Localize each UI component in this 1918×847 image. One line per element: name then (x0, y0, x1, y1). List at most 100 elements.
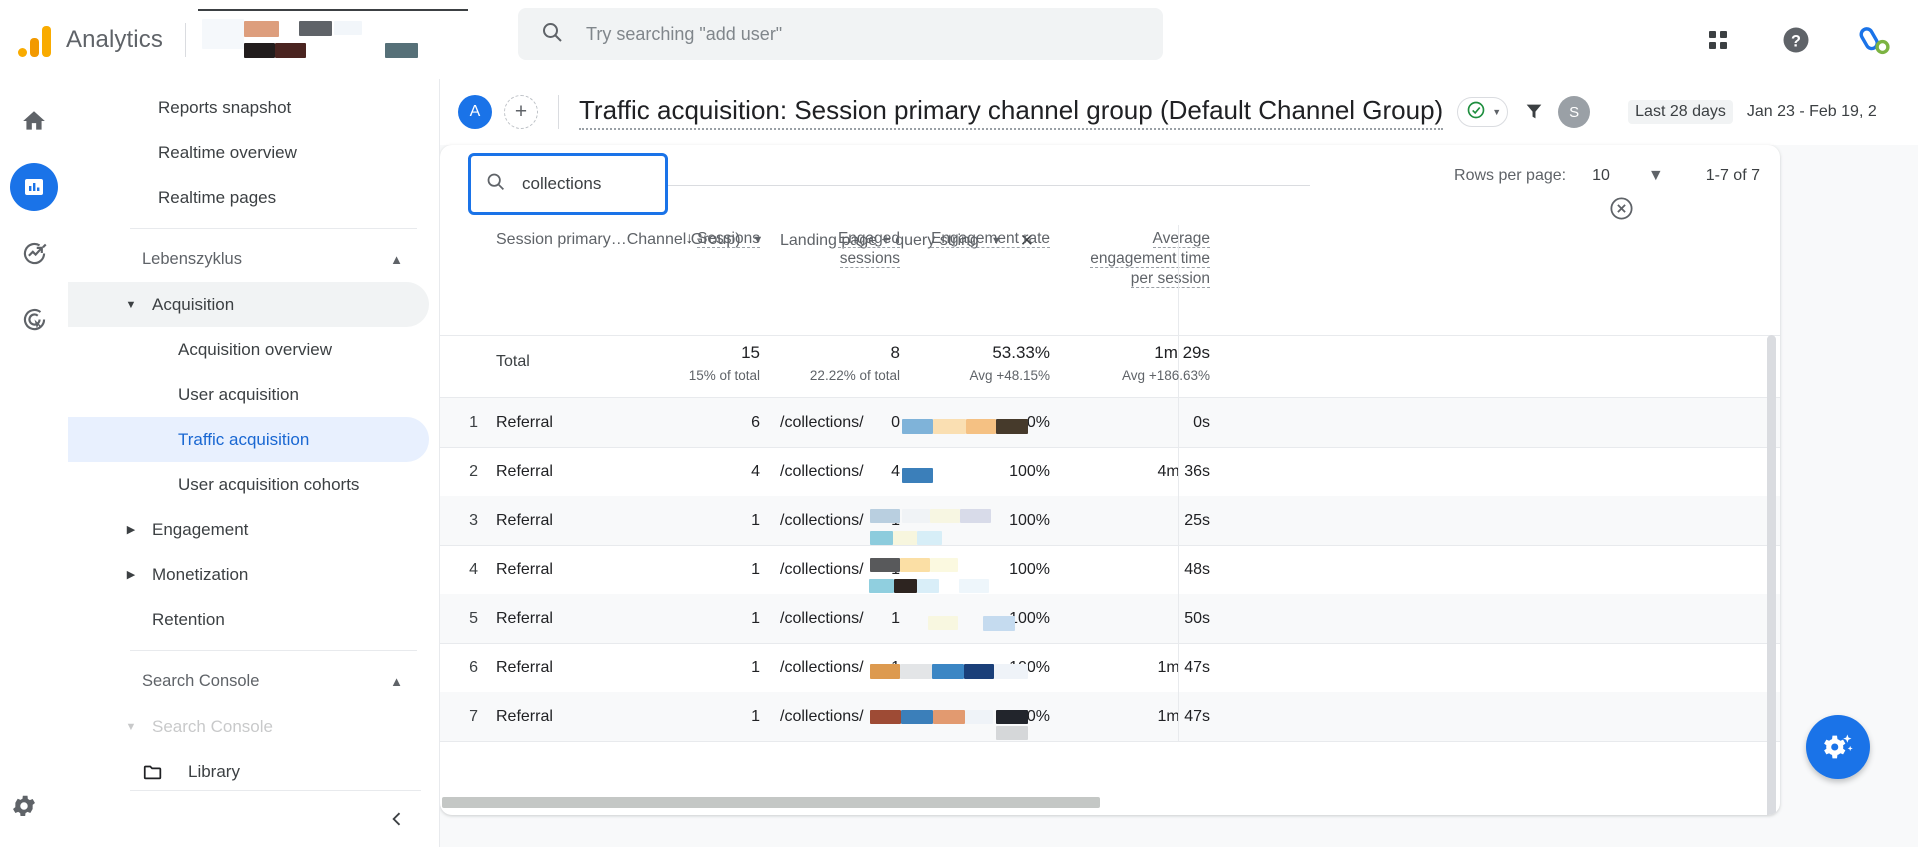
header-column-divider (1178, 225, 1179, 335)
chevron-down-icon: ▼ (1492, 107, 1502, 117)
table-toolbar: Rows per page: 10 ▼ 1-7 of 7 (440, 145, 1780, 225)
vertical-scrollbar[interactable] (1767, 335, 1776, 815)
icon-rail (0, 79, 68, 847)
cell-avg-engagement-time: 25s (1184, 512, 1210, 529)
nav-item-reports-snapshot[interactable]: Reports snapshot (68, 85, 429, 130)
nav-divider (130, 228, 417, 229)
cell-avg-engagement-time: 50s (1184, 610, 1210, 627)
table-row[interactable]: 3 Referral/collections/1 1 100% 25s (440, 496, 1780, 545)
chevron-down-icon[interactable]: ▼ (1648, 167, 1664, 185)
table-row[interactable]: 1 Referral/collections/6 0 0% 0s (440, 398, 1780, 447)
cell-engagement-rate: 0% (1026, 708, 1050, 725)
nav-item-retention[interactable]: Retention (68, 597, 429, 642)
metric-header-sessions[interactable]: ↓ Sessions (610, 229, 760, 249)
table-search-input[interactable] (520, 173, 640, 195)
comparison-avatar[interactable]: A (458, 95, 492, 129)
cell-channel-group[interactable]: Referral (496, 447, 553, 496)
property-selector-redacted[interactable] (197, 8, 468, 71)
redacted-block (201, 18, 244, 49)
nav-item-library[interactable]: Library (68, 749, 429, 794)
add-comparison-button[interactable]: + (504, 95, 538, 129)
metric-header-engagement-rate[interactable]: Engagement rate (920, 229, 1050, 249)
rail-item-reports[interactable] (10, 163, 58, 211)
nav-section-search-console[interactable]: Search Console ▲ (68, 659, 429, 704)
cell-channel-group[interactable]: Referral (496, 594, 553, 643)
report-header: A + Traffic acquisition: Session primary… (440, 79, 1918, 145)
clear-search-icon[interactable] (1608, 195, 1635, 227)
horizontal-scrollbar-thumb[interactable] (442, 797, 1100, 808)
rail-item-home[interactable] (10, 97, 58, 145)
cell-sessions: 6 (751, 414, 760, 431)
nav-item-traffic-acquisition[interactable]: Traffic acquisition (68, 417, 429, 462)
date-range-label: Jan 23 - Feb 19, 2 (1746, 103, 1877, 120)
metric-header-engaged-sessions[interactable]: Engaged sessions (780, 229, 900, 269)
nav-item-user-acquisition[interactable]: User acquisition (68, 372, 429, 417)
insights-fab[interactable] (1806, 715, 1870, 779)
collapse-nav-button[interactable] (377, 799, 417, 839)
cell-channel-group[interactable]: Referral (496, 692, 553, 741)
brand-area[interactable]: Analytics (0, 23, 163, 57)
nav-item-acquisition-overview[interactable]: Acquisition overview (68, 327, 429, 372)
metric-header-avg-engagement-time[interactable]: Average engagement time per session (1070, 229, 1210, 289)
nav-group-engagement[interactable]: ▶ Engagement (68, 507, 429, 552)
global-search[interactable] (518, 8, 1163, 60)
cell-row-index: 6 (469, 659, 478, 676)
horizontal-scrollbar-track[interactable] (440, 797, 1780, 811)
rail-item-advertising[interactable] (10, 295, 58, 343)
share-avatar[interactable]: S (1558, 96, 1591, 128)
cell-engagement-rate: 100% (1009, 659, 1050, 676)
row-column-divider (1178, 545, 1179, 594)
table-search-box[interactable] (468, 153, 668, 215)
search-input[interactable] (584, 22, 1141, 46)
account-avatar[interactable] (1852, 18, 1896, 62)
table-row[interactable]: 6 Referral/collections/1 1 100% 1m 47s (440, 643, 1780, 692)
cell-row-index: 7 (469, 708, 478, 725)
nav-item-realtime-overview[interactable]: Realtime overview (68, 130, 429, 175)
table-row[interactable]: 4 Referral/collections/1 1 100% 48s (440, 545, 1780, 594)
caret-down-icon: ▼ (125, 720, 137, 733)
filter-icon[interactable] (1514, 92, 1554, 132)
nav-item-user-acquisition-cohorts[interactable]: User acquisition cohorts (68, 462, 429, 507)
topbar-divider (184, 22, 186, 57)
gear-sparkle-icon (1824, 734, 1853, 759)
rail-item-explore[interactable] (10, 229, 58, 277)
analytics-logo-icon (18, 23, 52, 57)
row-column-divider (1178, 594, 1179, 643)
cell-row-index: 5 (469, 610, 478, 627)
cell-engagement-rate: 0% (1026, 414, 1050, 431)
cell-engaged-sessions: 1 (891, 659, 900, 676)
rows-per-page-value[interactable]: 10 (1592, 167, 1610, 185)
cell-row-index: 1 (469, 414, 478, 431)
table-row[interactable]: 2 Referral/collections/4 4 100% 4m 36s (440, 447, 1780, 496)
nav-section-lifecycle[interactable]: Lebenszyklus ▲ (68, 237, 429, 282)
nav-divider-2 (130, 650, 417, 651)
data-validity-chip[interactable]: ▼ (1457, 97, 1509, 127)
header-divider (558, 95, 559, 129)
cell-avg-engagement-time: 48s (1184, 561, 1210, 578)
nav-group-monetization[interactable]: ▶ Monetization (68, 552, 429, 597)
cell-channel-group[interactable]: Referral (496, 643, 553, 692)
caret-down-icon: ▼ (125, 298, 137, 311)
cell-engaged-sessions: 1 (891, 561, 900, 578)
apps-grid-icon[interactable] (1696, 18, 1740, 62)
cell-channel-group[interactable]: Referral (496, 545, 553, 594)
nav-group-search-console[interactable]: ▼ Search Console (68, 704, 429, 749)
sort-desc-icon: ↓ (685, 230, 694, 247)
total-sessions-sub: 15% of total (688, 368, 760, 383)
nav-bottom-divider (130, 790, 421, 791)
cell-channel-group[interactable]: Referral (496, 496, 553, 545)
total-engagement-rate-sub: Avg +48.15% (969, 368, 1050, 383)
nav-group-acquisition[interactable]: ▼ Acquisition (68, 282, 429, 327)
date-range-picker[interactable]: Last 28 days Jan 23 - Feb 19, 2 (1628, 100, 1877, 124)
table-row[interactable]: 7 Referral/collections/1 0 0% 1m 47s (440, 692, 1780, 741)
cell-channel-group[interactable]: Referral (496, 398, 553, 447)
table-row[interactable]: 5 Referral/collections/1 1 100% 50s (440, 594, 1780, 643)
cell-engaged-sessions: 0 (891, 708, 900, 725)
nav-item-realtime-pages[interactable]: Realtime pages (68, 175, 429, 220)
rail-item-admin[interactable] (10, 792, 38, 825)
help-icon[interactable]: ? (1774, 18, 1818, 62)
page-title[interactable]: Traffic acquisition: Session primary cha… (579, 95, 1444, 130)
cell-sessions: 1 (751, 610, 760, 627)
cell-row-index: 2 (469, 463, 478, 480)
cell-engagement-rate: 100% (1009, 512, 1050, 529)
